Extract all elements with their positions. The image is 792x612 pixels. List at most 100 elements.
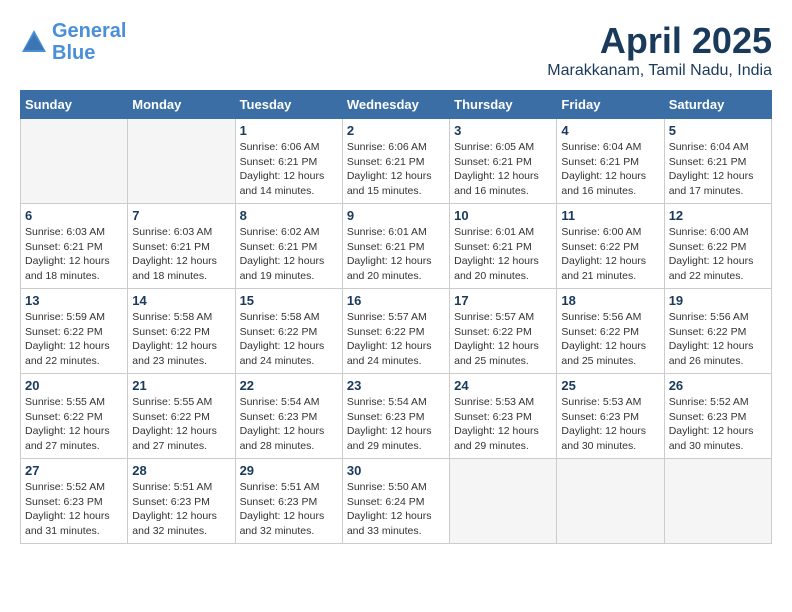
calendar-cell: 10Sunrise: 6:01 AM Sunset: 6:21 PM Dayli…: [450, 204, 557, 289]
day-number: 23: [347, 378, 445, 393]
day-info: Sunrise: 5:59 AM Sunset: 6:22 PM Dayligh…: [25, 310, 123, 369]
day-number: 20: [25, 378, 123, 393]
calendar-cell: 21 Sunrise: 5:55 AM Sunset: 6:22 PM Dayli…: [128, 374, 235, 459]
week-row-2: 6 Sunrise: 6:03 AM Sunset: 6:21 PM Daylig…: [21, 204, 772, 289]
calendar-cell: 1 Sunrise: 6:06 AM Sunset: 6:21 PM Daylig…: [235, 119, 342, 204]
day-number: 17: [454, 293, 552, 308]
calendar-cell: 14 Sunrise: 5:58 AM Sunset: 6:22 PM Dayli…: [128, 289, 235, 374]
subtitle: Marakkanam, Tamil Nadu, India: [547, 62, 772, 80]
calendar-cell: 5 Sunrise: 6:04 AM Sunset: 6:21 PM Daylig…: [664, 119, 771, 204]
logo-text: General Blue: [52, 20, 126, 64]
week-row-5: 27Sunrise: 5:52 AM Sunset: 6:23 PM Dayli…: [21, 459, 772, 544]
week-row-4: 20 Sunrise: 5:55 AM Sunset: 6:22 PM Dayli…: [21, 374, 772, 459]
calendar-header-friday: Friday: [557, 91, 664, 119]
calendar-cell: [664, 459, 771, 544]
calendar-header-monday: Monday: [128, 91, 235, 119]
calendar-cell: 13 Sunrise: 5:59 AM Sunset: 6:22 PM Dayli…: [21, 289, 128, 374]
calendar-cell: 27Sunrise: 5:52 AM Sunset: 6:23 PM Dayli…: [21, 459, 128, 544]
calendar-cell: 29 Sunrise: 5:51 AM Sunset: 6:23 PM Dayli…: [235, 459, 342, 544]
day-number: 11: [561, 208, 659, 223]
day-number: 8: [240, 208, 338, 223]
day-info: Sunrise: 5:51 AM Sunset: 6:23 PM Dayligh…: [240, 480, 338, 539]
day-number: 26: [669, 378, 767, 393]
calendar-header-sunday: Sunday: [21, 91, 128, 119]
title-block: April 2025 Marakkanam, Tamil Nadu, India: [547, 20, 772, 80]
day-info: Sunrise: 5:52 AM Sunset: 6:23 PM Dayligh…: [25, 480, 123, 539]
day-number: 10: [454, 208, 552, 223]
day-info: Sunrise: 5:55 AM Sunset: 6:22 PM Dayligh…: [132, 395, 230, 454]
calendar-cell: 22Sunrise: 5:54 AM Sunset: 6:23 PM Dayli…: [235, 374, 342, 459]
day-number: 29: [240, 463, 338, 478]
calendar-cell: 6 Sunrise: 6:03 AM Sunset: 6:21 PM Daylig…: [21, 204, 128, 289]
day-number: 16: [347, 293, 445, 308]
calendar-cell: 7 Sunrise: 6:03 AM Sunset: 6:21 PM Daylig…: [128, 204, 235, 289]
day-info: Sunrise: 5:54 AM Sunset: 6:23 PM Dayligh…: [347, 395, 445, 454]
main-title: April 2025: [547, 20, 772, 62]
calendar-cell: 26 Sunrise: 5:52 AM Sunset: 6:23 PM Dayli…: [664, 374, 771, 459]
day-info: Sunrise: 5:57 AM Sunset: 6:22 PM Dayligh…: [454, 310, 552, 369]
day-info: Sunrise: 6:05 AM Sunset: 6:21 PM Dayligh…: [454, 140, 552, 199]
day-info: Sunrise: 5:58 AM Sunset: 6:22 PM Dayligh…: [132, 310, 230, 369]
calendar: SundayMondayTuesdayWednesdayThursdayFrid…: [20, 90, 772, 544]
calendar-cell: 8 Sunrise: 6:02 AM Sunset: 6:21 PM Daylig…: [235, 204, 342, 289]
day-info: Sunrise: 6:04 AM Sunset: 6:21 PM Dayligh…: [669, 140, 767, 199]
day-number: 15: [240, 293, 338, 308]
day-info: Sunrise: 5:52 AM Sunset: 6:23 PM Dayligh…: [669, 395, 767, 454]
day-number: 9: [347, 208, 445, 223]
day-info: Sunrise: 6:06 AM Sunset: 6:21 PM Dayligh…: [240, 140, 338, 199]
day-info: Sunrise: 6:04 AM Sunset: 6:21 PM Dayligh…: [561, 140, 659, 199]
day-number: 19: [669, 293, 767, 308]
logo-icon: [20, 28, 48, 56]
day-info: Sunrise: 5:57 AM Sunset: 6:22 PM Dayligh…: [347, 310, 445, 369]
day-number: 4: [561, 123, 659, 138]
calendar-cell: 4 Sunrise: 6:04 AM Sunset: 6:21 PM Daylig…: [557, 119, 664, 204]
week-row-1: 1 Sunrise: 6:06 AM Sunset: 6:21 PM Daylig…: [21, 119, 772, 204]
day-number: 21: [132, 378, 230, 393]
day-number: 2: [347, 123, 445, 138]
calendar-cell: 28 Sunrise: 5:51 AM Sunset: 6:23 PM Dayli…: [128, 459, 235, 544]
calendar-cell: 12Sunrise: 6:00 AM Sunset: 6:22 PM Dayli…: [664, 204, 771, 289]
day-info: Sunrise: 5:53 AM Sunset: 6:23 PM Dayligh…: [561, 395, 659, 454]
day-number: 12: [669, 208, 767, 223]
day-info: Sunrise: 6:01 AM Sunset: 6:21 PM Dayligh…: [347, 225, 445, 284]
calendar-cell: [21, 119, 128, 204]
calendar-cell: 19 Sunrise: 5:56 AM Sunset: 6:22 PM Dayli…: [664, 289, 771, 374]
calendar-cell: 17 Sunrise: 5:57 AM Sunset: 6:22 PM Dayli…: [450, 289, 557, 374]
day-info: Sunrise: 6:06 AM Sunset: 6:21 PM Dayligh…: [347, 140, 445, 199]
calendar-header-wednesday: Wednesday: [342, 91, 449, 119]
day-number: 6: [25, 208, 123, 223]
day-info: Sunrise: 6:00 AM Sunset: 6:22 PM Dayligh…: [561, 225, 659, 284]
day-number: 5: [669, 123, 767, 138]
day-number: 22: [240, 378, 338, 393]
week-row-3: 13 Sunrise: 5:59 AM Sunset: 6:22 PM Dayli…: [21, 289, 772, 374]
day-info: Sunrise: 5:56 AM Sunset: 6:22 PM Dayligh…: [669, 310, 767, 369]
day-info: Sunrise: 6:03 AM Sunset: 6:21 PM Dayligh…: [132, 225, 230, 284]
calendar-cell: 24Sunrise: 5:53 AM Sunset: 6:23 PM Dayli…: [450, 374, 557, 459]
calendar-cell: 11 Sunrise: 6:00 AM Sunset: 6:22 PM Dayli…: [557, 204, 664, 289]
day-number: 25: [561, 378, 659, 393]
day-number: 13: [25, 293, 123, 308]
day-info: Sunrise: 5:55 AM Sunset: 6:22 PM Dayligh…: [25, 395, 123, 454]
calendar-cell: 20 Sunrise: 5:55 AM Sunset: 6:22 PM Dayli…: [21, 374, 128, 459]
calendar-cell: 3Sunrise: 6:05 AM Sunset: 6:21 PM Daylig…: [450, 119, 557, 204]
calendar-header-thursday: Thursday: [450, 91, 557, 119]
calendar-cell: 15Sunrise: 5:58 AM Sunset: 6:22 PM Dayli…: [235, 289, 342, 374]
day-info: Sunrise: 5:56 AM Sunset: 6:22 PM Dayligh…: [561, 310, 659, 369]
day-info: Sunrise: 5:51 AM Sunset: 6:23 PM Dayligh…: [132, 480, 230, 539]
calendar-header-row: SundayMondayTuesdayWednesdayThursdayFrid…: [21, 91, 772, 119]
calendar-cell: 16 Sunrise: 5:57 AM Sunset: 6:22 PM Dayli…: [342, 289, 449, 374]
calendar-header-saturday: Saturday: [664, 91, 771, 119]
day-number: 14: [132, 293, 230, 308]
day-info: Sunrise: 6:03 AM Sunset: 6:21 PM Dayligh…: [25, 225, 123, 284]
calendar-cell: 23 Sunrise: 5:54 AM Sunset: 6:23 PM Dayli…: [342, 374, 449, 459]
day-number: 24: [454, 378, 552, 393]
calendar-header-tuesday: Tuesday: [235, 91, 342, 119]
day-number: 1: [240, 123, 338, 138]
day-number: 28: [132, 463, 230, 478]
day-info: Sunrise: 5:50 AM Sunset: 6:24 PM Dayligh…: [347, 480, 445, 539]
calendar-cell: 18Sunrise: 5:56 AM Sunset: 6:22 PM Dayli…: [557, 289, 664, 374]
day-number: 7: [132, 208, 230, 223]
day-info: Sunrise: 6:02 AM Sunset: 6:21 PM Dayligh…: [240, 225, 338, 284]
calendar-cell: [128, 119, 235, 204]
calendar-cell: [450, 459, 557, 544]
